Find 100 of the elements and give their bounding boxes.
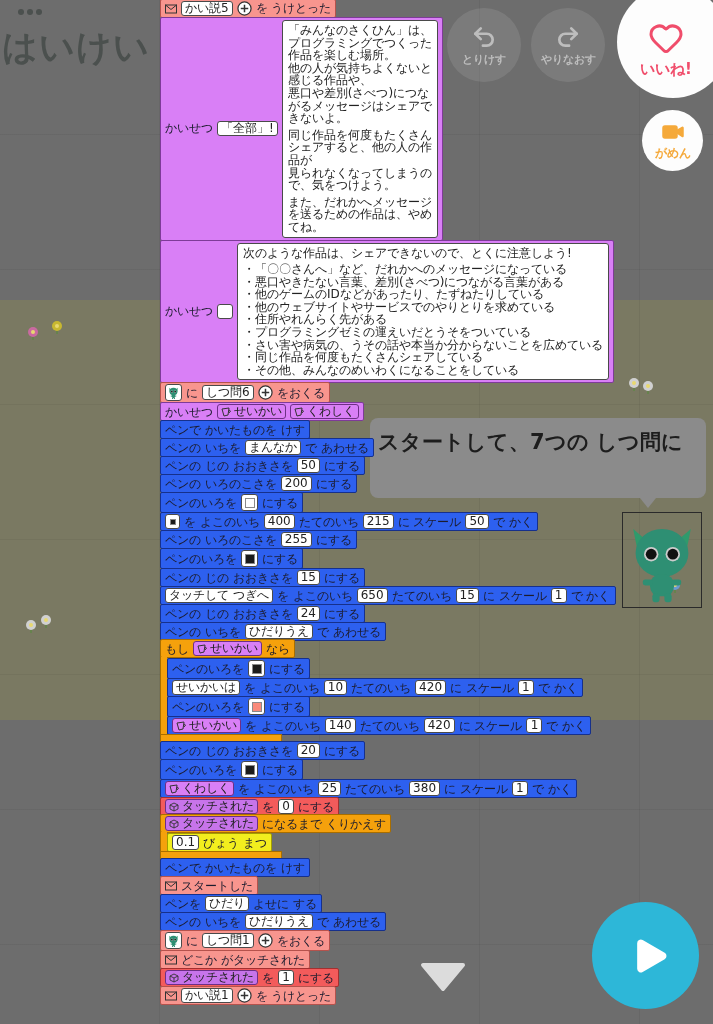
variable-chip[interactable]: タッチされた [165, 970, 258, 986]
answer-chip[interactable]: くわしく [165, 781, 234, 797]
value-field[interactable]: 24 [296, 606, 320, 622]
value-field[interactable]: ひだりうえ [244, 914, 313, 930]
value-field[interactable]: 215 [362, 514, 394, 530]
value-field[interactable]: 255 [280, 532, 312, 548]
value-field[interactable]: せいかいは [172, 680, 240, 696]
character-thumbnail[interactable] [165, 384, 182, 402]
value-field[interactable]: 「全部」! [217, 121, 278, 137]
block-label: なら [266, 642, 290, 656]
value-field[interactable]: 380 [409, 781, 440, 797]
code-block[interactable]: ペンを ひだり よせに する [160, 894, 322, 914]
value-field[interactable]: 140 [324, 718, 356, 734]
block-label: で あわせる [304, 441, 369, 455]
value-field[interactable]: まんなか [244, 440, 301, 456]
code-block[interactable]: かい説5 を うけとった [160, 0, 337, 18]
value-field[interactable]: 50 [465, 514, 489, 530]
code-block[interactable] [160, 239, 614, 384]
value-field[interactable] [217, 303, 233, 319]
code-block[interactable]: ペンの いちを ひだりうえ で あわせる [160, 912, 386, 932]
code-block[interactable]: に しつ問6 をおくる [160, 382, 330, 404]
value-field[interactable]: しつ問1 [202, 933, 254, 949]
cup-icon [169, 783, 179, 794]
value-field[interactable]: 420 [415, 680, 446, 696]
plus-icon[interactable] [257, 385, 273, 401]
value-field[interactable]: 20 [296, 743, 320, 759]
code-block[interactable]: スタートした [160, 876, 258, 896]
like-button[interactable]: いいね! [617, 0, 713, 98]
block-label: ペンで かいたものを けす [165, 423, 305, 437]
code-block[interactable]: かいせつ せいかい くわしく [160, 402, 364, 422]
block-label: にする [315, 533, 352, 547]
code-block[interactable]: タッチして つぎへ を よこのいち 650 たてのいち 15 に スケール 1 で かく [160, 586, 616, 606]
value-field[interactable]: 15 [296, 570, 320, 586]
block-label: を [262, 800, 274, 814]
plus-icon[interactable] [236, 988, 252, 1004]
note-line: 同じ作品を何度もたくさんシェアすると、他の人の作品が [287, 128, 432, 167]
code-block[interactable]: かい説1 を うけとった [160, 986, 337, 1006]
value-field[interactable]: ひだり [205, 896, 249, 912]
code-block[interactable]: くわしく を よこのいち 25 たてのいち 380 に スケール 1 で かく [160, 779, 577, 799]
color-field[interactable] [248, 660, 265, 678]
value-field[interactable]: 650 [356, 588, 388, 604]
plus-icon[interactable] [257, 933, 273, 949]
value-field[interactable]: 200 [280, 476, 312, 492]
code-block[interactable]: せいかい を よこのいち 140 たてのいち 420 に スケール 1 で かく [167, 716, 592, 736]
value-field[interactable]: かい説5 [181, 1, 233, 16]
color-field[interactable] [241, 761, 258, 779]
code-block[interactable]: どこか がタッチされた [160, 950, 310, 970]
answer-chip[interactable]: せいかい [172, 718, 241, 734]
note-line: ・悪口やきたない言葉、差別(さべつ)につながる言葉がある [243, 275, 565, 289]
value-field[interactable]: 15 [455, 588, 479, 604]
code-block[interactable]: 0.1 びょう まつ [167, 833, 272, 853]
color-field[interactable] [241, 550, 258, 568]
code-block[interactable]: ペンの じの おおきさを 24 にする [160, 604, 365, 624]
variable-chip[interactable]: タッチされた [165, 799, 258, 815]
bubble-tail [640, 498, 656, 508]
value-field[interactable]: ひだりうえ [244, 624, 313, 640]
value-field[interactable]: しつ問6 [202, 385, 254, 401]
value-field[interactable]: 0 [278, 799, 294, 815]
value-field[interactable]: 400 [263, 514, 295, 530]
value-field[interactable]: 25 [317, 781, 342, 797]
value-field[interactable]: 1 [511, 781, 528, 797]
code-block[interactable]: ペンの じの おおきさを 50 にする [160, 456, 365, 476]
code-block[interactable]: タッチされた を 0 にする [160, 797, 339, 817]
code-block[interactable]: かいせつ 「全部」! 「みんなのさくひん」は、プログラミングでつくった作品を楽しむ場所。 他の人が気持ちよくないと感じる作品や、 悪口や差別(さべつ)につながるメッセージはシェアできないよ。 同じ作品を何度もたくさんシェアすると、他の人の作品が 見られなくなってしまうので、気をつけよう。 また、だれかへメッセージを送るための作品は、やめてね。 [160, 17, 443, 241]
color-field[interactable] [165, 514, 180, 530]
value-field[interactable]: 1 [278, 970, 294, 986]
block-label: を よこのいち [276, 589, 353, 603]
code-block[interactable]: ペンの いちを ひだりうえ で あわせる [160, 622, 386, 642]
answer-chip[interactable]: くわしく [290, 404, 359, 420]
code-block[interactable]: ペンの じの おおきさを 20 にする [160, 741, 365, 761]
code-block[interactable]: を よこのいち 400 たてのいち 215 に スケール 50 で かく [160, 512, 538, 532]
code-block[interactable]: ペンの いろのこさを 200 にする [160, 474, 357, 494]
note-box[interactable]: 「みんなのさくひん」は、プログラミングでつくった作品を楽しむ場所。 他の人が気持ちよくないと感じる作品や、 悪口や差別(さべつ)につながるメッセージはシェアできないよ。 同じ作品を何度もたくさんシェアすると、他の人の作品が 見られなくなってしまうので、気をつけよう。 また、だれかへメッセージを送るための作品は、やめてね。 [281, 20, 438, 238]
code-block[interactable]: に しつ問1 をおくる [160, 930, 330, 952]
variable-chip[interactable]: タッチされた [165, 816, 258, 832]
answer-chip[interactable]: せいかい [193, 641, 262, 657]
scroll-down-icon[interactable] [420, 962, 466, 992]
note-line: ・プログラミングゼミの運えいだとうそをついている [243, 326, 532, 339]
note-box[interactable] [237, 242, 609, 381]
value-field[interactable]: 1 [526, 718, 543, 734]
code-block[interactable]: せいかいは を よこのいち 10 たてのいち 420 に スケール 1 で かく [167, 678, 583, 698]
color-field[interactable] [248, 698, 265, 716]
code-block[interactable]: タッチされた になるまで くりかえす [160, 814, 391, 834]
value-field[interactable]: 0.1 [172, 835, 200, 851]
value-field[interactable]: タッチして つぎへ [165, 588, 273, 604]
code-block[interactable]: ペンの いろのこさを 255 にする [160, 530, 357, 550]
answer-chip[interactable]: せいかい [217, 404, 286, 420]
value-field[interactable]: 1 [517, 680, 534, 696]
character-thumbnail[interactable] [165, 932, 182, 950]
plus-icon[interactable] [236, 1, 252, 16]
value-field[interactable]: 10 [323, 680, 348, 696]
value-field[interactable]: 50 [296, 458, 320, 474]
code-block[interactable]: タッチされた を 1 にする [160, 968, 339, 988]
code-block[interactable]: ペンの じの おおきさを 15 にする [160, 568, 365, 588]
value-field[interactable]: かい説1 [181, 988, 233, 1004]
color-field[interactable] [241, 494, 258, 512]
value-field[interactable]: 420 [423, 718, 455, 734]
code-block[interactable]: もし せいかい なら [160, 639, 295, 659]
value-field[interactable]: 1 [550, 588, 567, 604]
code-block[interactable]: ペンの いちを まんなか で あわせる [160, 438, 374, 458]
